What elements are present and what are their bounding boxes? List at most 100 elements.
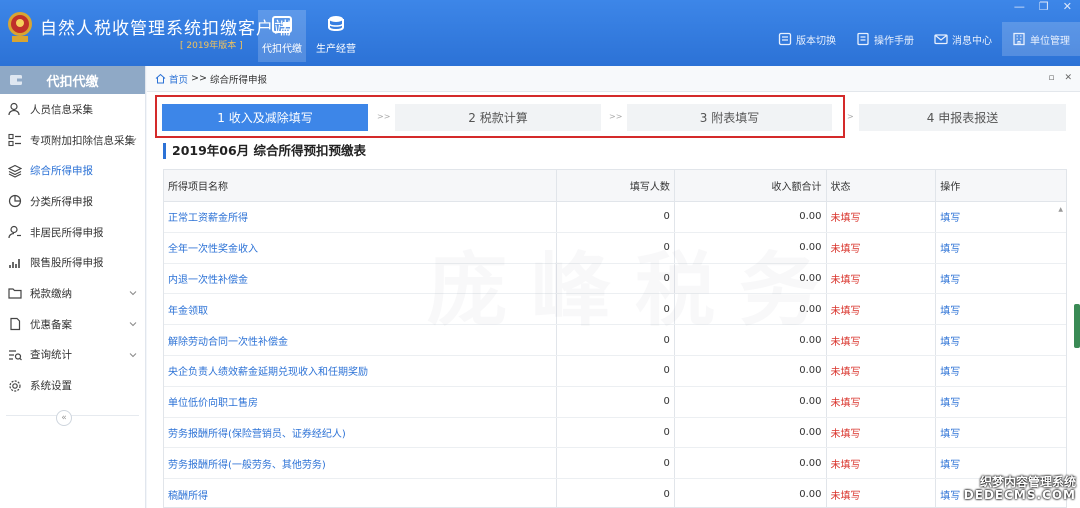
step-label: 3 附表填写	[699, 111, 760, 125]
minimize-button[interactable]: —	[1014, 0, 1025, 13]
sidebar-header: 代扣代缴	[0, 66, 145, 94]
table-row: 央企负责人绩效薪金延期兑现收入和任期奖励 0 0.00 未填写 填写	[164, 355, 1066, 387]
app-edition: [ 2019年版本 ]	[180, 41, 243, 51]
sidebar-item-personnel[interactable]: 人员信息采集	[0, 94, 145, 125]
scroll-up-arrow-icon[interactable]: ▲	[1058, 206, 1063, 213]
step-arrow: >>	[609, 112, 623, 121]
message-center-button[interactable]: 消息中心	[924, 22, 1002, 56]
version-switch-button[interactable]: 版本切换	[768, 22, 846, 56]
sidebar-item-preferential-filing[interactable]: 优惠备案	[0, 309, 145, 340]
step-attachment[interactable]: 3 附表填写	[627, 104, 832, 131]
app-header: 自然人税收管理系统扣缴客户端 [ 2019年版本 ] 代扣代缴 生产经营 — ❐…	[0, 0, 1080, 66]
breadcrumb-home-link[interactable]: 首页	[169, 72, 188, 86]
sidebar-item-label: 非居民所得申报	[30, 226, 104, 239]
fill-in-link[interactable]: 填写	[936, 387, 1066, 417]
sidebar-item-query-stats[interactable]: 查询统计	[0, 340, 145, 371]
home-icon	[155, 73, 166, 84]
table-row: 劳务报酬所得(一般劳务、其他劳务) 0 0.00 未填写 填写	[164, 448, 1066, 480]
fill-in-link[interactable]: 填写	[936, 448, 1066, 478]
filler-count: 0	[557, 386, 675, 417]
income-total: 0.00	[675, 417, 827, 448]
col-header-name: 所得项目名称	[164, 170, 558, 201]
tab-withholding[interactable]: 代扣代缴	[258, 10, 306, 62]
sidebar-item-classified-income[interactable]: 分类所得申报	[0, 186, 145, 217]
sidebar-item-restricted-stock[interactable]: 限售股所得申报	[0, 247, 145, 278]
tool-label: 版本切换	[796, 35, 836, 47]
chevron-down-icon	[129, 137, 137, 142]
step-submit-report[interactable]: 4 申报表报送	[859, 104, 1066, 131]
fill-in-link[interactable]: 填写	[936, 264, 1066, 294]
pie-icon	[8, 195, 22, 208]
panel-close-button[interactable]: ✕	[1064, 73, 1072, 83]
step-tax-calculation[interactable]: 2 税款计算	[395, 104, 601, 131]
sidebar-item-label: 税款缴纳	[30, 287, 72, 300]
restore-button[interactable]: ❐	[1039, 0, 1049, 13]
filler-count: 0	[557, 479, 675, 507]
filler-count: 0	[557, 355, 675, 386]
panel-controls: ▫ ✕	[1048, 73, 1072, 83]
fill-in-link[interactable]: 填写	[936, 233, 1066, 263]
tab-label: 生产经营	[316, 44, 356, 55]
fill-in-link[interactable]: 填写	[936, 356, 1066, 386]
chevron-down-icon	[129, 291, 137, 296]
tab-label: 代扣代缴	[262, 44, 302, 55]
step-arrow: >	[847, 112, 854, 121]
income-item-link[interactable]: 单位低价向职工售房	[164, 386, 558, 417]
form-title: 2019年06月 综合所得预扣预缴表	[163, 143, 366, 159]
income-total: 0.00	[675, 355, 827, 386]
fill-in-link[interactable]: 填写	[936, 294, 1066, 324]
income-item-link[interactable]: 央企负责人绩效薪金延期兑现收入和任期奖励	[164, 355, 558, 386]
watermark-corner-line2: DEDECMS.COM	[963, 488, 1076, 502]
income-total: 0.00	[675, 386, 827, 417]
tool-label: 单位管理	[1030, 35, 1070, 47]
panel-maximize-button[interactable]: ▫	[1048, 73, 1054, 83]
filler-count: 0	[557, 448, 675, 479]
layers-icon	[8, 164, 22, 178]
sidebar-item-special-deduction[interactable]: 专项附加扣除信息采集	[0, 125, 145, 156]
wallet-icon	[272, 16, 292, 33]
income-item-link[interactable]: 劳务报酬所得(保险营销员、证券经纪人)	[164, 417, 558, 448]
unit-management-button[interactable]: 单位管理	[1002, 22, 1080, 56]
sidebar-item-label: 查询统计	[30, 349, 72, 362]
status-text: 未填写	[827, 417, 937, 448]
step-label: 2 税款计算	[468, 111, 528, 125]
step-arrow: >>	[377, 112, 391, 121]
col-header-status: 状态	[827, 170, 937, 201]
coins-icon	[328, 16, 344, 32]
sidebar-collapse-button[interactable]: «	[56, 410, 72, 426]
manual-button[interactable]: 操作手册	[846, 22, 924, 56]
income-item-link[interactable]: 稿酬所得	[164, 479, 558, 507]
sidebar: 代扣代缴 人员信息采集 专项附加扣除信息采集 综合所得申报 分类所得申报 非居民…	[0, 66, 146, 508]
table-row: 单位低价向职工售房 0 0.00 未填写 填写	[164, 386, 1066, 418]
sidebar-header-label: 代扣代缴	[46, 74, 99, 90]
status-text: 未填写	[827, 479, 937, 507]
chevron-down-icon	[129, 321, 137, 327]
sidebar-item-system-settings[interactable]: 系统设置	[0, 370, 145, 401]
tab-production[interactable]: 生产经营	[312, 10, 360, 62]
fill-in-link[interactable]: 填写	[936, 202, 1066, 232]
app-title: 自然人税收管理系统扣缴客户端	[40, 19, 292, 39]
step-label: 1 收入及减除填写	[217, 111, 313, 125]
sidebar-item-label: 分类所得申报	[30, 195, 93, 208]
filler-count: 0	[557, 417, 675, 448]
tool-label: 消息中心	[952, 35, 992, 47]
fill-in-link[interactable]: 填写	[936, 418, 1066, 448]
table-row: 劳务报酬所得(保险营销员、证券经纪人) 0 0.00 未填写 填写	[164, 417, 1066, 449]
sidebar-item-label: 人员信息采集	[30, 103, 93, 116]
sidebar-item-comprehensive-income[interactable]: 综合所得申报	[0, 155, 145, 186]
person-outline-icon	[8, 225, 21, 239]
edge-scroll-handle[interactable]	[1074, 304, 1080, 348]
tool-label: 操作手册	[874, 35, 914, 47]
top-toolbar: 版本切换 操作手册 消息中心 单位管理	[768, 22, 1080, 56]
status-text: 未填写	[827, 355, 937, 386]
close-window-button[interactable]: ✕	[1063, 0, 1072, 13]
step-label: 4 申报表报送	[926, 111, 999, 125]
income-item-link[interactable]: 劳务报酬所得(一般劳务、其他劳务)	[164, 448, 558, 479]
sidebar-divider	[6, 415, 139, 416]
fill-in-link[interactable]: 填写	[936, 325, 1066, 355]
sidebar-item-label: 综合所得申报	[30, 165, 93, 178]
sidebar-item-tax-payment[interactable]: 税款缴纳	[0, 278, 145, 309]
step-income-deduction[interactable]: 1 收入及减除填写	[162, 104, 368, 131]
watermark-center: 庞峰税务	[427, 243, 843, 337]
sidebar-item-nonresident[interactable]: 非居民所得申报	[0, 217, 145, 248]
